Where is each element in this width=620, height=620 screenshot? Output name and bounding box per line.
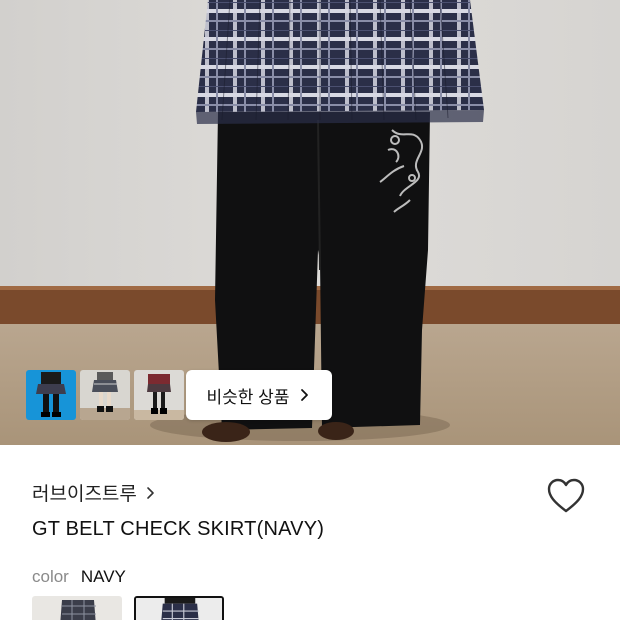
- chevron-right-icon: [301, 389, 309, 401]
- similar-thumb-3[interactable]: [134, 370, 184, 420]
- brand-name: 러브이즈트루: [32, 484, 137, 505]
- color-value: NAVY: [80, 567, 126, 586]
- product-hero-image[interactable]: 비슷한 상품: [0, 0, 620, 445]
- color-swatch-option[interactable]: [32, 596, 122, 620]
- color-selector-row: color NAVY: [32, 567, 126, 587]
- thumb-image: [134, 370, 184, 420]
- chevron-right-icon: [147, 486, 154, 499]
- similar-thumb-1[interactable]: [26, 370, 76, 420]
- similar-thumbnails: [26, 370, 184, 420]
- color-label: color: [32, 567, 69, 586]
- similar-products-button[interactable]: 비슷한 상품: [186, 370, 332, 420]
- thumb-image: [80, 370, 130, 420]
- swatch-image: [136, 598, 222, 620]
- color-swatches: [32, 596, 224, 620]
- similar-products-label: 비슷한 상품: [206, 387, 290, 407]
- thumb-image: [26, 370, 76, 420]
- product-title: GT BELT CHECK SKIRT(NAVY): [32, 518, 325, 540]
- color-swatch-navy-selected[interactable]: [134, 596, 224, 620]
- heart-outline-icon[interactable]: [546, 477, 586, 515]
- similar-thumb-2[interactable]: [80, 370, 130, 420]
- brand-link[interactable]: 러브이즈트루: [32, 479, 157, 506]
- swatch-image: [32, 596, 122, 620]
